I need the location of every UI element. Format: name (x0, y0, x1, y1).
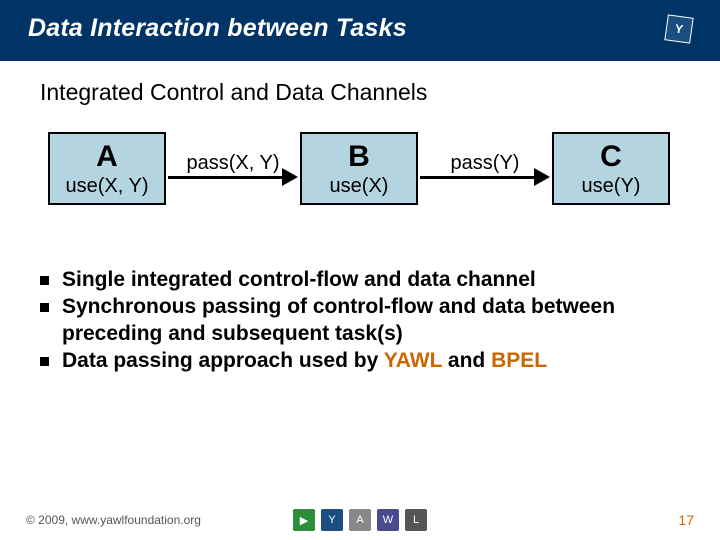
page-number: 17 (678, 512, 694, 528)
slide-footer: © 2009, www.yawlfoundation.org ▶ Y A W L… (0, 512, 720, 528)
task-name: A (96, 140, 118, 173)
slide: Data Interaction between Tasks Y Integra… (0, 0, 720, 540)
slide-subtitle: Integrated Control and Data Channels (0, 61, 720, 110)
footer-logo-strip: ▶ Y A W L (293, 509, 427, 531)
footer-logo-icon: Y (321, 509, 343, 531)
task-node-c: C use(Y) (552, 132, 670, 205)
edge-a-b: pass(X, Y) (168, 152, 298, 185)
bullet-text: and (442, 349, 491, 372)
edge-b-c: pass(Y) (420, 152, 550, 185)
footer-logo-icon: A (349, 509, 371, 531)
title-bar: Data Interaction between Tasks Y (0, 0, 720, 61)
copyright-text: © 2009, www.yawlfoundation.org (26, 513, 201, 527)
flow-diagram: A use(X, Y) pass(X, Y) B use(X) pass(Y) … (0, 110, 720, 215)
bullet-text: Data passing approach used by (62, 349, 384, 372)
slide-title: Data Interaction between Tasks (28, 14, 407, 43)
task-node-a: A use(X, Y) (48, 132, 166, 205)
task-name: B (348, 140, 370, 173)
bullet-item: Single integrated control-flow and data … (40, 267, 680, 294)
footer-logo-icon: ▶ (293, 509, 315, 531)
bullet-list: Single integrated control-flow and data … (0, 215, 720, 375)
arrow-right-icon (168, 169, 298, 185)
bullet-item: Data passing approach used by YAWL and B… (40, 348, 680, 375)
task-use: use(X, Y) (66, 173, 149, 199)
highlight-bpel: BPEL (491, 349, 547, 372)
task-name: C (600, 140, 622, 173)
footer-logo-icon: L (405, 509, 427, 531)
bullet-item: Synchronous passing of control-flow and … (40, 294, 680, 348)
yawl-logo-icon: Y (664, 14, 693, 43)
task-use: use(X) (330, 173, 389, 199)
arrow-right-icon (420, 169, 550, 185)
highlight-yawl: YAWL (384, 349, 442, 372)
footer-logo-icon: W (377, 509, 399, 531)
task-use: use(Y) (582, 173, 641, 199)
task-node-b: B use(X) (300, 132, 418, 205)
